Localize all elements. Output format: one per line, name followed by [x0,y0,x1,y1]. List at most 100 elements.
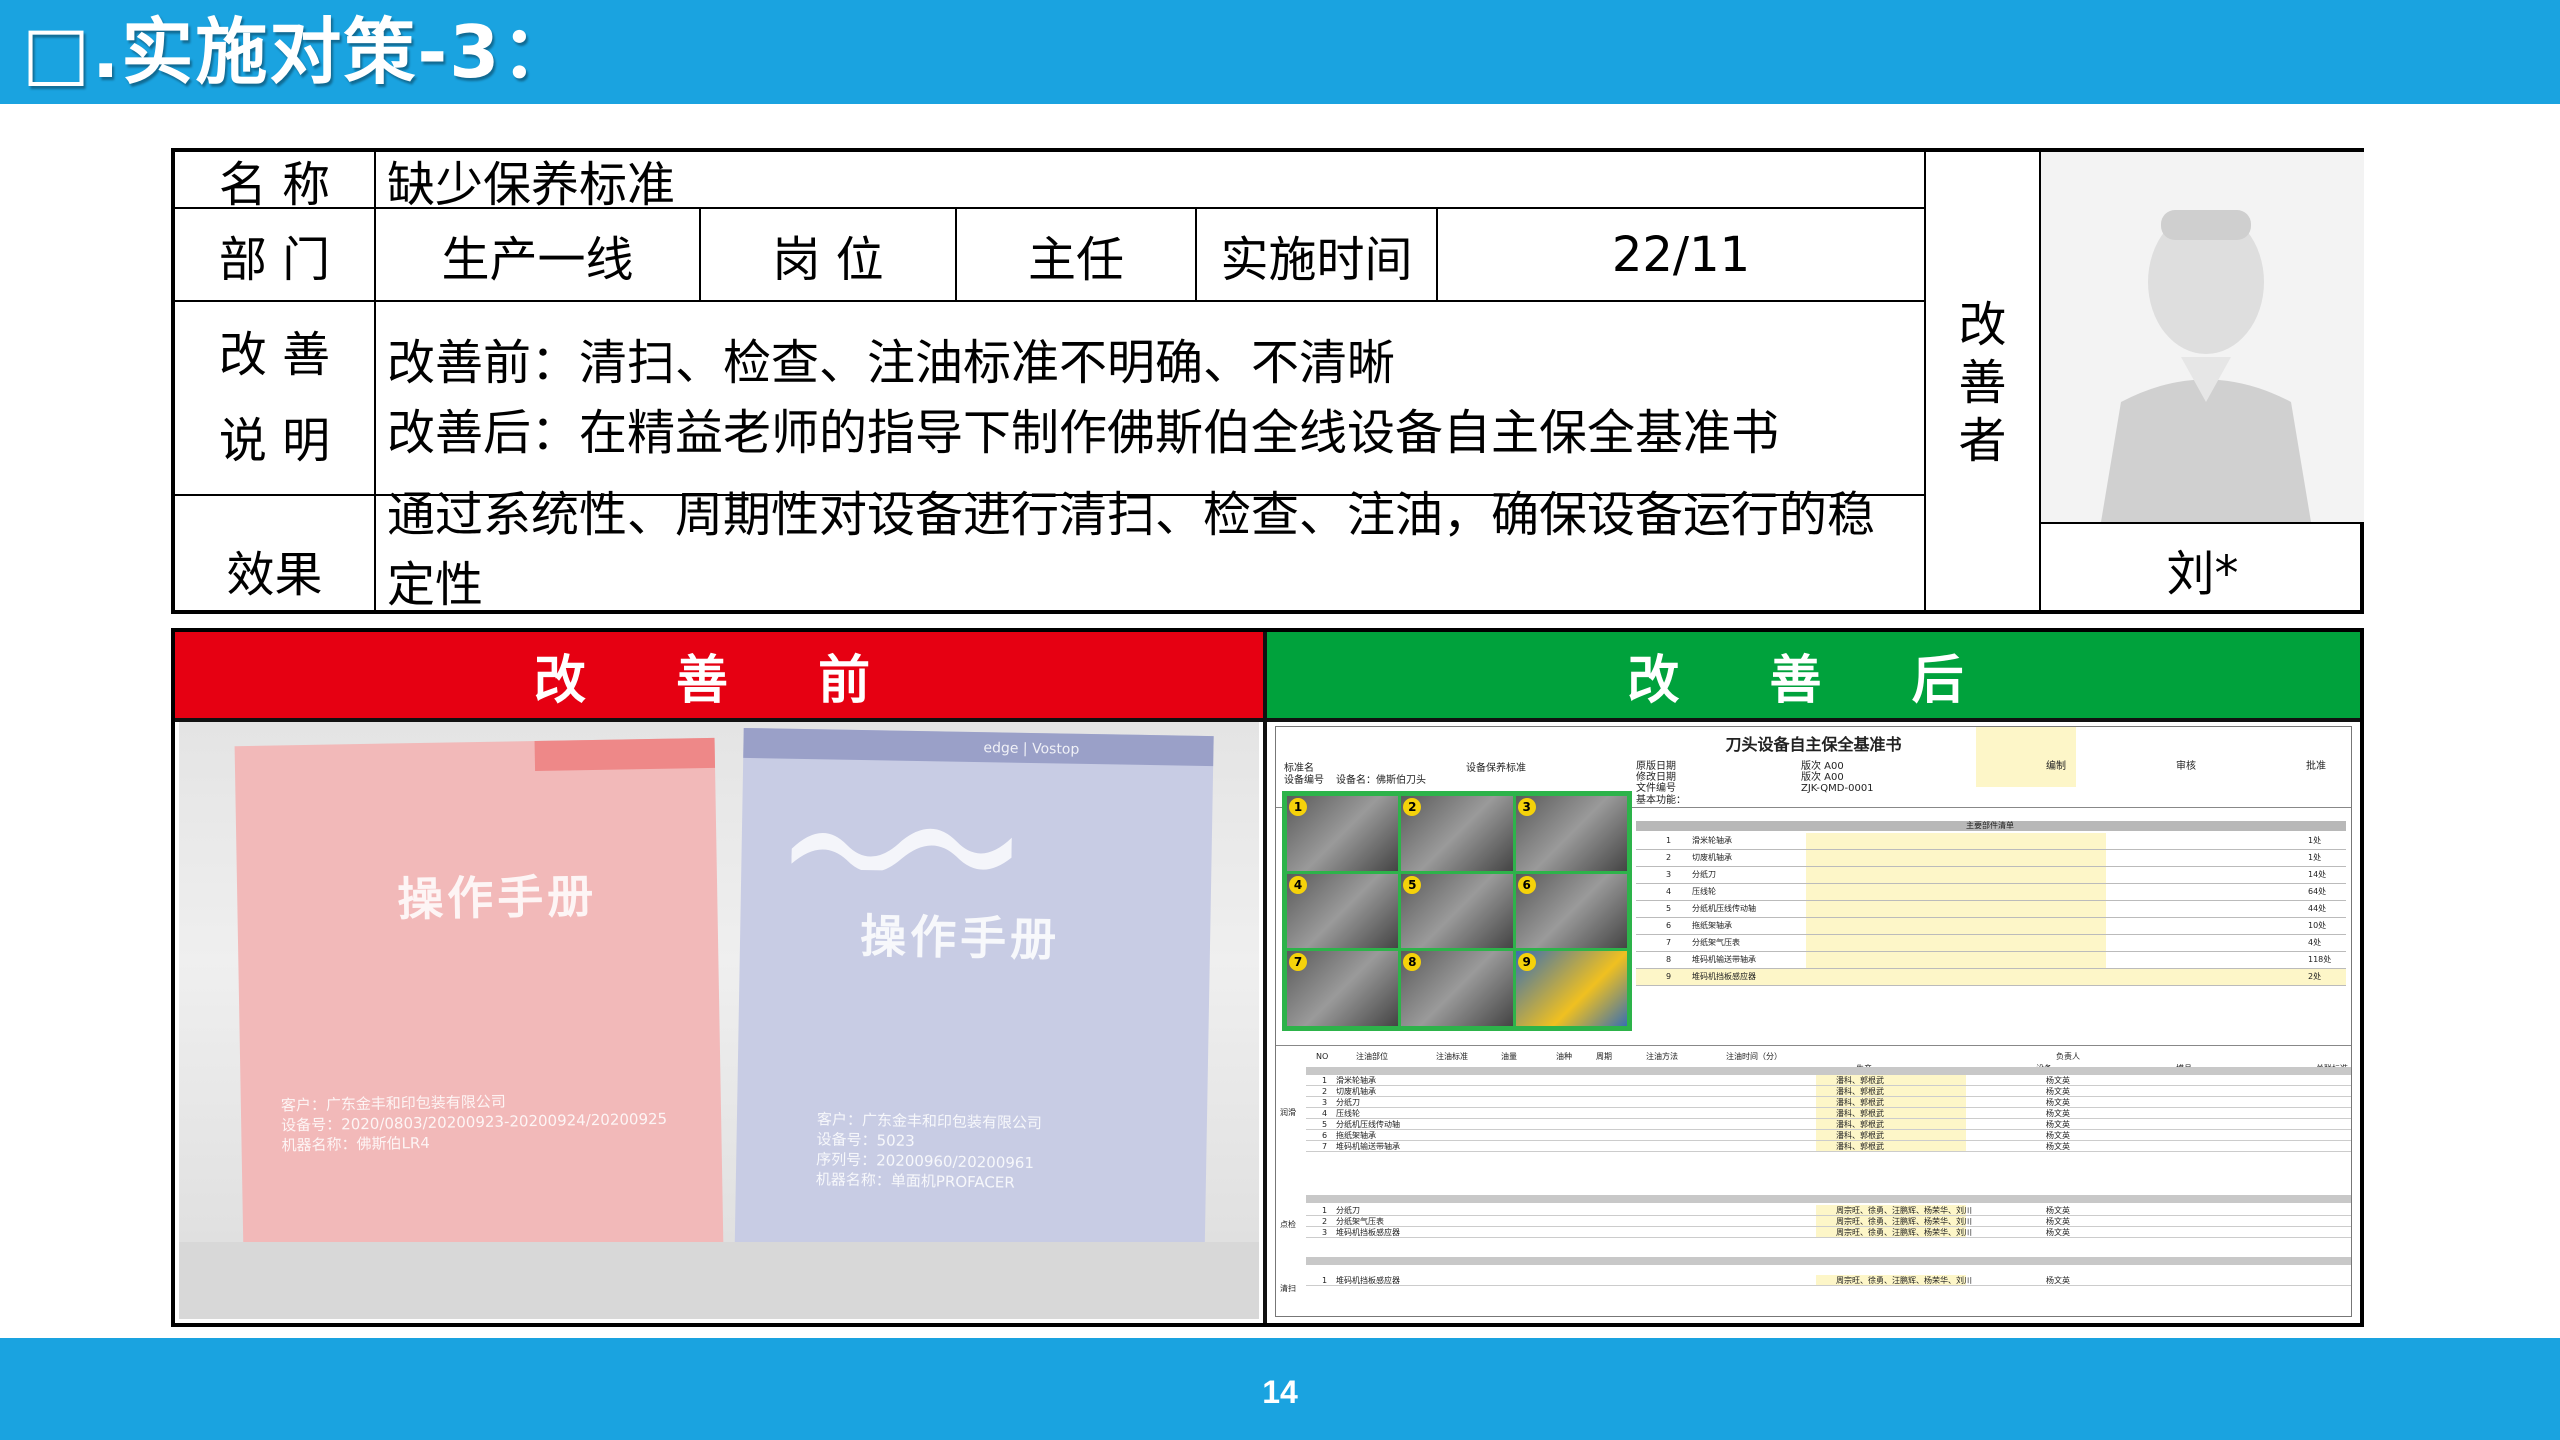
col-header: 周期 [1596,1052,1612,1061]
desc-label: 改 善 说 明 [175,302,374,494]
col-header: 注油时间（分） [1726,1052,1782,1061]
doc-hdr-label: 设备编号 [1284,775,1324,786]
row-part: 拖纸架轴承 [1336,1131,1376,1140]
row-equipment-owner: 杨文英 [2046,1120,2070,1129]
parts-no: 3 [1666,870,1672,879]
dept-label: 部 门 [218,231,331,288]
row-owner: 潘科、郭根武 [1836,1076,1884,1085]
doc-hdr-label: 基本功能： [1636,795,1686,806]
col-header: 负责人 [2056,1052,2080,1061]
maintenance-row: 3 分纸刀 潘科、郭根武 杨文英 [1306,1097,2351,1108]
parts-qty: 10处 [2308,921,2327,930]
parts-no: 9 [1666,972,1672,981]
parts-spec [1806,867,2106,883]
row-owner: 周宗旺、徐勇、汪鹏辉、杨荣华、刘川 [1836,1228,1972,1237]
equipment-photo: 1 [1287,796,1399,871]
doc-hdr-label: 文件编号 [1636,783,1676,794]
maintenance-row: 1 滑米轮轴承 潘科、郭根武 杨文英 [1306,1075,2351,1086]
row-owner: 周宗旺、徐勇、汪鹏辉、杨荣华、刘川 [1836,1206,1972,1215]
parts-qty: 4处 [2308,938,2322,947]
desc-before: 改善前：清扫、检查、注油标准不明确、不清晰 [387,335,1396,391]
manual-blue-line: 机器名称：单面机PROFACER [815,1170,1015,1192]
doc-hdr-value: 批准 [2306,761,2326,772]
equipment-photo: 3 [1515,796,1627,871]
row-equipment-owner: 杨文英 [2046,1276,2070,1285]
equipment-photo: 5 [1401,873,1513,949]
row-owner: 潘科、郭根武 [1836,1142,1884,1151]
parts-header-bar: 主要部件清单 [1636,821,2346,831]
parts-no: 1 [1666,836,1672,845]
maintenance-row: 7 堆码机输送带轴承 潘科、郭根武 杨文英 [1306,1141,2351,1152]
row-no: 1 [1322,1276,1328,1285]
parts-name: 滑米轮轴承 [1692,836,1732,845]
parts-name: 压线轮 [1692,887,1716,896]
row-equipment-owner: 杨文英 [2046,1206,2070,1215]
manual-title-blue: 操作手册 [859,909,1061,967]
desc-label-line-1: 改 善 [218,327,331,383]
col-header: 注油方法 [1646,1052,1678,1061]
row-part: 压线轮 [1336,1109,1360,1118]
row-equipment-owner: 杨文英 [2046,1142,2070,1151]
parts-spec [1806,850,2106,866]
improver-label: 改善者 [1958,297,2007,469]
row-part: 分纸刀 [1336,1098,1360,1107]
parts-spec [1806,935,2106,951]
parts-qty: 44处 [2308,904,2327,913]
doc-hdr-label: 设备名：佛斯伯刀头 [1336,775,1426,786]
maintenance-row: 6 拖纸架轴承 潘科、郭根武 杨文英 [1306,1130,2351,1141]
parts-no: 8 [1666,955,1672,964]
parts-spec [1806,952,2106,968]
manual-blue-stripe [743,727,1214,767]
parts-row: 8 堆码机输送带轴承 118处 [1636,952,2346,969]
maintenance-row: 2 切废机轴承 潘科、郭根武 杨文英 [1306,1086,2351,1097]
section-label: 清扫 [1280,1284,1296,1293]
after-header: 改 善 后 [1267,632,2360,718]
time-value: 22/11 [1611,226,1751,283]
row-no: 1 [1322,1206,1328,1215]
row-part: 分纸刀 [1336,1206,1360,1215]
improver-photo [2041,152,2364,522]
row-part: 切废机轴承 [1336,1087,1376,1096]
row-part: 分纸架气压表 [1336,1217,1384,1226]
improver-name: 刘* [2166,546,2239,602]
section-label: 点检 [1280,1220,1296,1229]
parts-row: 4 压线轮 64处 [1636,884,2346,901]
time-label: 实施时间 [1220,231,1413,288]
manual-red-text: 客户：广东金丰和印包装有限公司 设备号：2020/0803/20200923-2… [281,1089,668,1156]
post-label: 岗 位 [772,231,884,288]
parts-qty: 64处 [2308,887,2327,896]
maintenance-row: 5 分纸机压线传动轴 潘科、郭根武 杨文英 [1306,1119,2351,1130]
row-no: 4 [1322,1109,1328,1118]
row-part: 堆码机输送带轴承 [1336,1142,1400,1151]
maintenance-row: 1 分纸刀 周宗旺、徐勇、汪鹏辉、杨荣华、刘川 杨文英 [1306,1205,2351,1216]
row-part: 滑米轮轴承 [1336,1076,1376,1085]
doc-title: 刀头设备自主保全基准书 [1725,735,1902,754]
col-header: NO [1316,1052,1329,1061]
doc-highlight [1976,727,2076,787]
row-no: 1 [1322,1076,1328,1085]
parts-name: 分纸机压线传动轴 [1692,904,1756,913]
row-no: 6 [1322,1131,1328,1140]
desc-after: 改善后：在精益老师的指导下制作佛斯伯全线设备自主保全基准书 [387,405,1780,461]
row-no: 3 [1322,1098,1328,1107]
manual-blue-text: 客户：广东金丰和印包装有限公司 设备号：5023 序列号：20200960/20… [816,1109,1042,1193]
before-header: 改 善 前 [175,632,1265,718]
post-value: 主任 [1027,231,1124,288]
row-owner: 潘科、郭根武 [1836,1098,1884,1107]
maintenance-row: 2 分纸架气压表 周宗旺、徐勇、汪鹏辉、杨荣华、刘川 杨文英 [1306,1216,2351,1227]
parts-row: 9 堆码机挡板感应器 2处 [1636,969,2346,986]
doc-hdr-label: 标准名 [1284,763,1314,774]
parts-name: 堆码机输送带轴承 [1692,955,1756,964]
desc-label-line-2: 说 明 [218,413,331,469]
row-part: 分纸机压线传动轴 [1336,1120,1400,1129]
parts-spec [1806,833,2106,849]
parts-spec [1806,884,2106,900]
parts-no: 7 [1666,938,1672,947]
equipment-photo: 6 [1515,873,1627,949]
parts-no: 2 [1666,853,1672,862]
page-number: 14 [1262,1374,1298,1410]
row-no: 2 [1322,1087,1328,1096]
desc-value: 改善前：清扫、检查、注油标准不明确、不清晰 改善后：在精益老师的指导下制作佛斯伯… [387,302,1917,494]
wave-logo-icon [791,828,1012,873]
parts-row: 3 分纸刀 14处 [1636,867,2346,884]
